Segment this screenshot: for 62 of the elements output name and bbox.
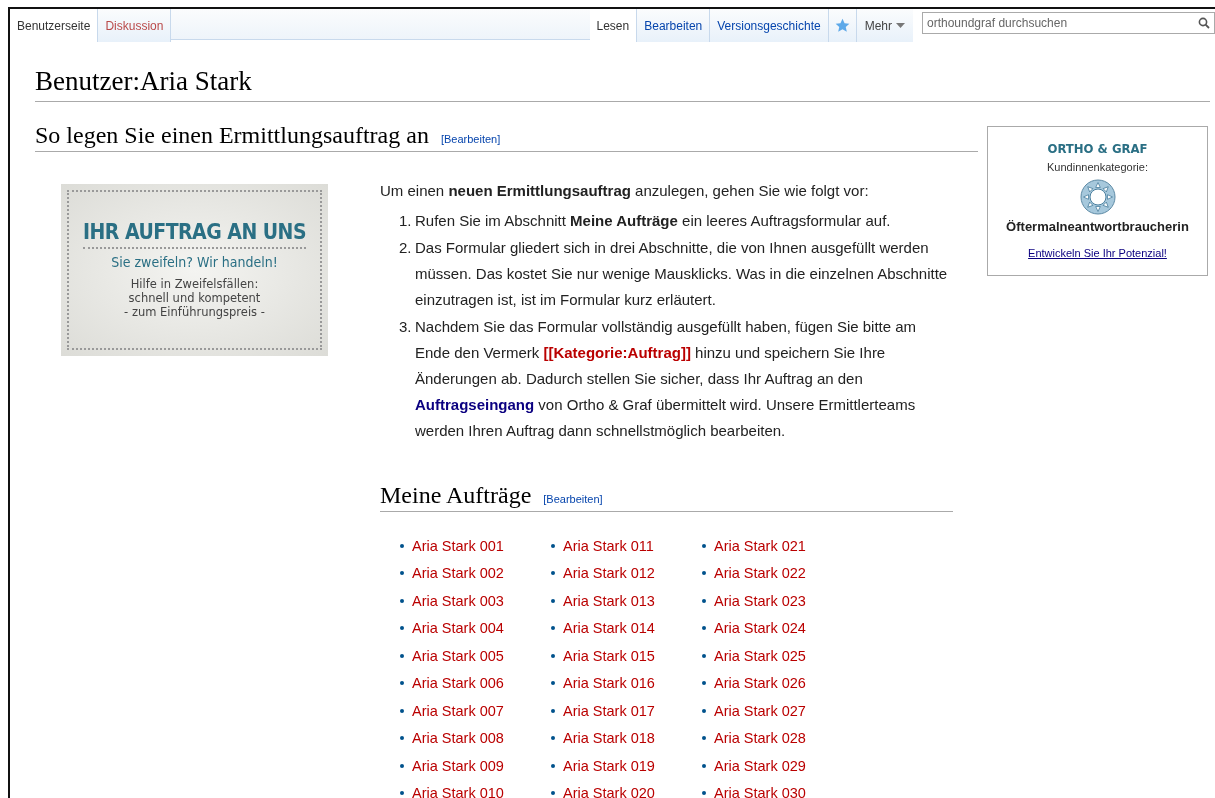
step-text: Das Formular gliedert sich in drei Abschnitte, die von Ihnen ausgefüllt werden müssen. Das kostet Sie nur wenige Mausklicks. Was in die einzelnen Abschnitte einzutragen ist, ist im Formular kurz erläutert. xyxy=(415,238,949,310)
view-tab[interactable]: Bearbeiten xyxy=(637,9,711,42)
order-link[interactable]: Aria Stark 022 xyxy=(714,560,806,587)
step-number: 3. xyxy=(399,317,413,337)
order-link[interactable]: Aria Stark 026 xyxy=(714,670,806,697)
page-tab[interactable]: Diskussion xyxy=(98,9,172,42)
banner-title: IHR AUFTRAG AN UNS xyxy=(82,220,307,249)
search-field[interactable]: orthoundgraf durchsuchen xyxy=(922,12,1215,34)
banner-text: - zum Einführungspreis - xyxy=(124,305,265,319)
order-link[interactable]: Aria Stark 013 xyxy=(563,587,655,614)
order-link[interactable]: Aria Stark 027 xyxy=(714,697,806,724)
edit-link[interactable]: [Bearbeiten] xyxy=(440,133,501,145)
info-link[interactable]: Entwickeln Sie Ihr Potenzial! xyxy=(1028,247,1167,259)
order-link[interactable]: Aria Stark 003 xyxy=(412,587,504,614)
edit-link[interactable]: [Bearbeiten] xyxy=(543,493,603,505)
more-menu[interactable]: Mehr xyxy=(856,9,913,42)
section-heading: Meine Aufträge xyxy=(380,482,532,509)
order-link[interactable]: Aria Stark 016 xyxy=(563,670,655,697)
brand-name: ORTHO & GRAF xyxy=(1047,141,1148,156)
order-link[interactable]: Aria Stark 010 xyxy=(412,780,504,798)
badge-icon xyxy=(1079,179,1116,215)
category-name: Öftermalneantwortbraucherin xyxy=(1006,219,1189,234)
order-link[interactable]: Aria Stark 025 xyxy=(714,642,806,669)
banner-text: schnell und kompetent xyxy=(128,291,261,305)
category-link[interactable]: [[Kategorie:Auftrag]] xyxy=(543,344,691,361)
order-link[interactable]: Aria Stark 017 xyxy=(563,697,655,724)
view-tab[interactable]: Versionsgeschichte xyxy=(710,9,829,42)
banner-text: Hilfe in Zweifelsfällen: xyxy=(130,277,259,291)
order-link[interactable]: Aria Stark 018 xyxy=(563,725,655,752)
search-icon[interactable] xyxy=(1198,17,1210,29)
order-link[interactable]: Aria Stark 001 xyxy=(412,532,504,559)
category-label: Kundinnenkategorie: xyxy=(1047,161,1148,173)
order-link[interactable]: Aria Stark 029 xyxy=(714,752,806,779)
order-link[interactable]: Aria Stark 007 xyxy=(412,697,504,724)
caret-icon xyxy=(896,23,905,28)
step-text: Rufen Sie im Abschnitt Meine Aufträge ein leeres Auftragsformular auf. xyxy=(415,211,891,231)
order-link[interactable]: Aria Stark 009 xyxy=(412,752,504,779)
order-link[interactable]: Aria Stark 014 xyxy=(563,615,655,642)
star-icon[interactable] xyxy=(834,18,850,33)
order-link[interactable]: Aria Stark 030 xyxy=(714,780,806,798)
step-number: 1. xyxy=(399,211,413,231)
order-link[interactable]: Aria Stark 008 xyxy=(412,725,504,752)
order-link[interactable]: Aria Stark 005 xyxy=(412,642,504,669)
order-link[interactable]: Aria Stark 028 xyxy=(714,725,806,752)
page-title: Benutzer:Aria Stark xyxy=(35,42,1210,102)
order-link[interactable]: Aria Stark 023 xyxy=(714,587,806,614)
order-link[interactable]: Aria Stark 020 xyxy=(563,780,655,798)
order-link[interactable]: Aria Stark 024 xyxy=(714,615,806,642)
page-link[interactable]: Auftragseingang xyxy=(415,396,535,413)
order-link[interactable]: Aria Stark 012 xyxy=(563,560,655,587)
intro-text: Um einen neuen Ermittlungsauftrag anzulegen, gehen Sie wie folgt vor: xyxy=(380,181,870,201)
order-link[interactable]: Aria Stark 004 xyxy=(412,615,504,642)
section-heading: So legen Sie einen Ermittlungsauftrag an xyxy=(35,122,429,149)
step-text: Nachdem Sie das Formular vollständig ausgefüllt haben, fügen Sie bitte am Ende den Vermerk [[Kategorie:Auftrag]] hinzu und speichern Sie Ihre Änderungen ab. Dadurch stellen Sie sicher, dass Ihr Auftrag an den Auftragseingang von Ortho & Graf übermittelt wird. Unsere Ermittlerteams werden Ihren Auftrag dann schnellstmöglich bearbeiten. xyxy=(415,317,918,441)
order-link[interactable]: Aria Stark 019 xyxy=(563,752,655,779)
order-link[interactable]: Aria Stark 011 xyxy=(563,532,654,559)
banner-subtitle: Sie zweifeln? Wir handeln! xyxy=(111,254,278,270)
order-link[interactable]: Aria Stark 002 xyxy=(412,560,504,587)
order-link[interactable]: Aria Stark 015 xyxy=(563,642,655,669)
order-link[interactable]: Aria Stark 021 xyxy=(714,532,806,559)
step-number: 2. xyxy=(399,238,413,258)
order-link[interactable]: Aria Stark 006 xyxy=(412,670,504,697)
